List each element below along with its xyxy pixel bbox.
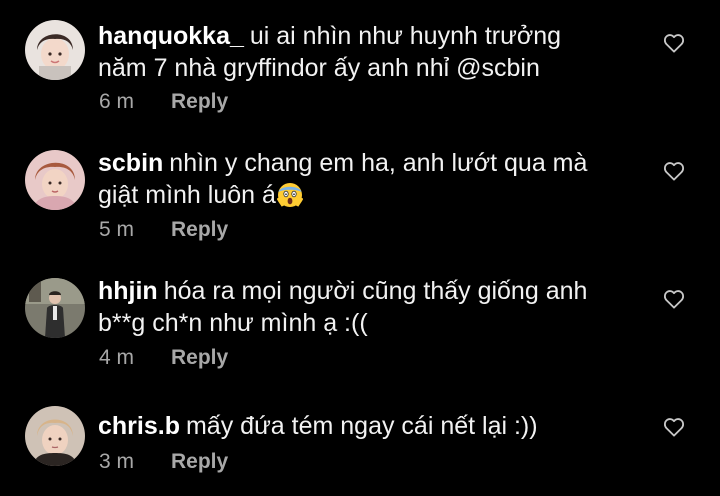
- comment-body: nhìn y chang em ha, anh lướt qua mà: [169, 149, 588, 177]
- comment-body-line: b**g ch*n như mình ạ :((: [98, 309, 368, 337]
- comment-body: hóa ra mọi người cũng thấy giống anh: [163, 277, 588, 305]
- reply-button[interactable]: Reply: [171, 450, 228, 473]
- comment-timestamp: 3 m: [99, 450, 135, 473]
- heart-outline-icon[interactable]: [663, 33, 685, 53]
- heart-outline-icon[interactable]: [663, 161, 685, 181]
- comment-body: mấy đứa tém ngay cái nết lại :)): [185, 412, 538, 440]
- comment-text: hanquokka_ ui ai nhìn như huynh trưởng nă…: [98, 20, 638, 84]
- comment-text: hhjin hóa ra mọi người cũng thấy giống an…: [98, 275, 638, 339]
- comment-username[interactable]: scbin: [98, 149, 163, 177]
- heart-outline-icon[interactable]: [663, 417, 685, 437]
- comment-timestamp: 5 m: [99, 218, 135, 241]
- comment-body-line: giật mình luôn á: [98, 181, 276, 209]
- comment-timestamp: 4 m: [99, 346, 135, 369]
- comment-body: ui ai nhìn như huynh trưởng: [249, 22, 562, 50]
- comment-text: scbin nhìn y chang em ha, anh lướt qua mà…: [98, 147, 638, 211]
- face-screaming-in-fear-icon: [276, 182, 304, 208]
- avatar[interactable]: [25, 406, 85, 466]
- comment-meta: 5 m Reply: [99, 217, 228, 243]
- comment-text: chris.b mấy đứa tém ngay cái nết lại :)): [98, 410, 638, 442]
- comment-username[interactable]: hanquokka_: [98, 22, 244, 50]
- heart-outline-icon[interactable]: [663, 289, 685, 309]
- comment-meta: 3 m Reply: [99, 449, 228, 475]
- reply-button[interactable]: Reply: [171, 346, 228, 369]
- comment-meta: 4 m Reply: [99, 345, 228, 371]
- reply-button[interactable]: Reply: [171, 90, 228, 113]
- comment-username[interactable]: chris.b: [98, 412, 180, 440]
- comment-meta: 6 m Reply: [99, 89, 228, 115]
- comment-username[interactable]: hhjin: [98, 277, 158, 305]
- reply-button[interactable]: Reply: [171, 218, 228, 241]
- avatar[interactable]: [25, 20, 85, 80]
- comment-timestamp: 6 m: [99, 90, 135, 113]
- comment-body-line: năm 7 nhà gryffindor ấy anh nhỉ @scbin: [98, 54, 540, 82]
- avatar[interactable]: [25, 150, 85, 210]
- avatar[interactable]: [25, 278, 85, 338]
